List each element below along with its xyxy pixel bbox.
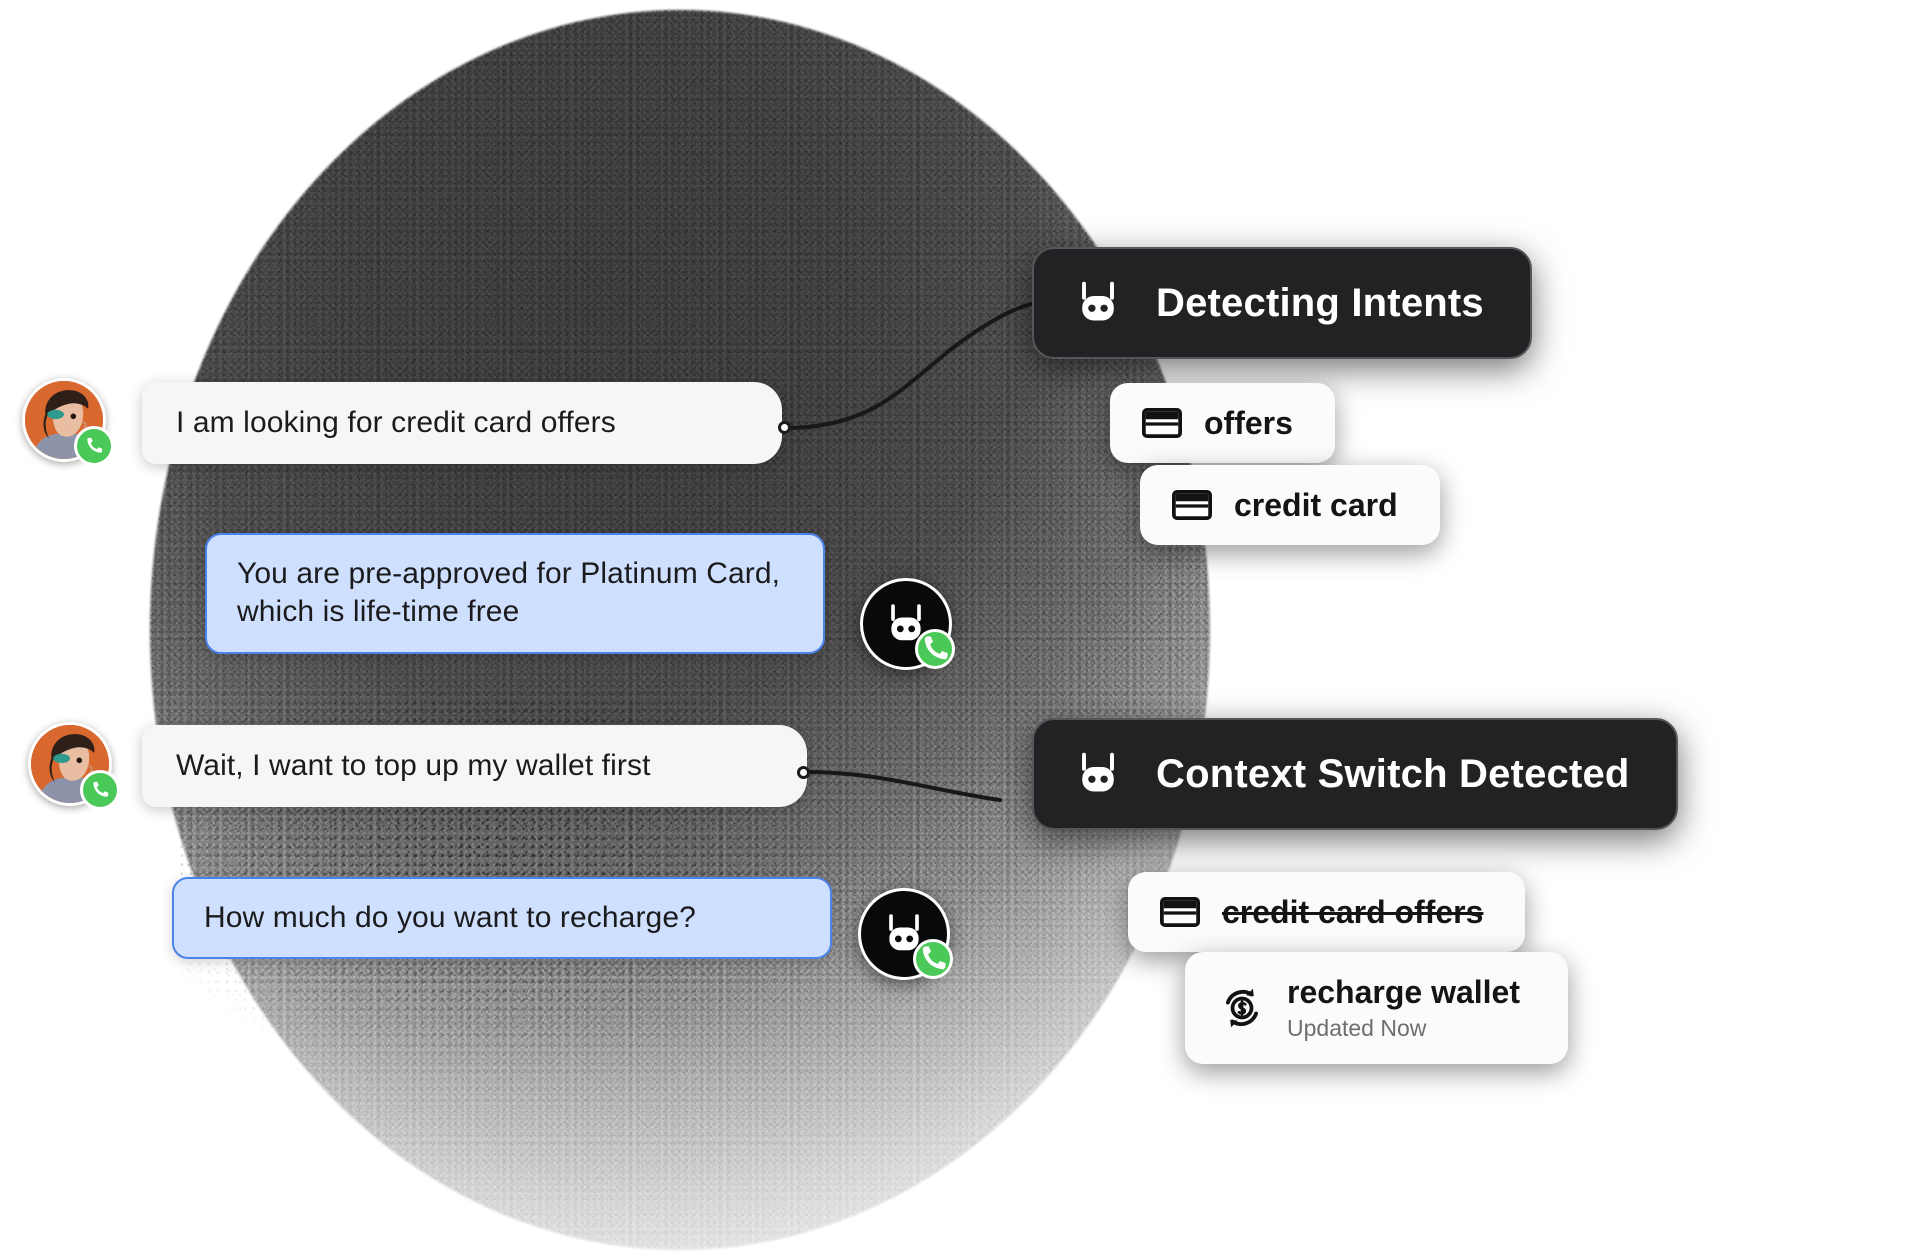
chat-bubble-user-1: I am looking for credit card offers — [142, 382, 782, 465]
chat-bubble-bot-1: You are pre-approved for Platinum Card, … — [205, 533, 825, 654]
connector-dot-2 — [797, 766, 810, 779]
user-avatar — [22, 378, 114, 466]
phone-call-badge — [913, 939, 953, 979]
intent-chip-label: offers — [1204, 404, 1293, 441]
phone-call-badge — [915, 629, 955, 669]
credit-card-icon — [1160, 897, 1200, 927]
phone-call-icon — [922, 946, 946, 970]
intent-chip-recharge-wallet[interactable]: recharge wallet Updated Now — [1185, 952, 1568, 1064]
panel-detecting-intents: Detecting Intents — [1032, 247, 1532, 359]
chat-message-text: Wait, I want to top up my wallet first — [176, 749, 651, 782]
intent-chip-label: credit card — [1234, 486, 1398, 523]
chat-message-text: How much do you want to recharge? — [204, 901, 696, 934]
intent-chip-sublabel: Updated Now — [1287, 1015, 1427, 1041]
panel-context-switch-detected: Context Switch Detected — [1032, 718, 1678, 830]
user-avatar — [28, 722, 120, 810]
bot-icon — [1082, 752, 1114, 792]
illustration-canvas: I am looking for credit card offers You … — [0, 0, 1920, 1260]
intent-chip-label: credit card offers — [1222, 893, 1484, 930]
recharge-money-icon — [1225, 988, 1259, 1028]
intent-chip-credit-card-offers[interactable]: credit card offers — [1128, 872, 1526, 952]
intent-chip-offers[interactable]: offers — [1110, 383, 1335, 463]
phone-call-icon — [87, 437, 103, 453]
chat-message-text: I am looking for credit card offers — [176, 406, 616, 439]
phone-call-icon — [924, 636, 948, 660]
connector-dot-1 — [778, 421, 791, 434]
panel-title: Detecting Intents — [1156, 280, 1484, 325]
phone-call-icon — [93, 781, 109, 797]
chat-message-text: You are pre-approved for Platinum Card, … — [237, 557, 781, 629]
intent-chip-credit-card[interactable]: credit card — [1140, 465, 1440, 545]
chat-bubble-user-2: Wait, I want to top up my wallet first — [142, 725, 807, 808]
bot-icon — [1082, 281, 1114, 321]
panel-title: Context Switch Detected — [1156, 751, 1630, 796]
intent-chip-label: recharge wallet — [1287, 974, 1520, 1010]
credit-card-icon — [1172, 490, 1212, 520]
phone-call-badge — [74, 426, 114, 466]
chat-bubble-bot-2: How much do you want to recharge? — [172, 877, 832, 960]
phone-call-badge — [80, 770, 120, 810]
bot-avatar-1 — [860, 578, 955, 670]
credit-card-icon — [1142, 408, 1182, 438]
bot-avatar-2 — [858, 888, 953, 980]
